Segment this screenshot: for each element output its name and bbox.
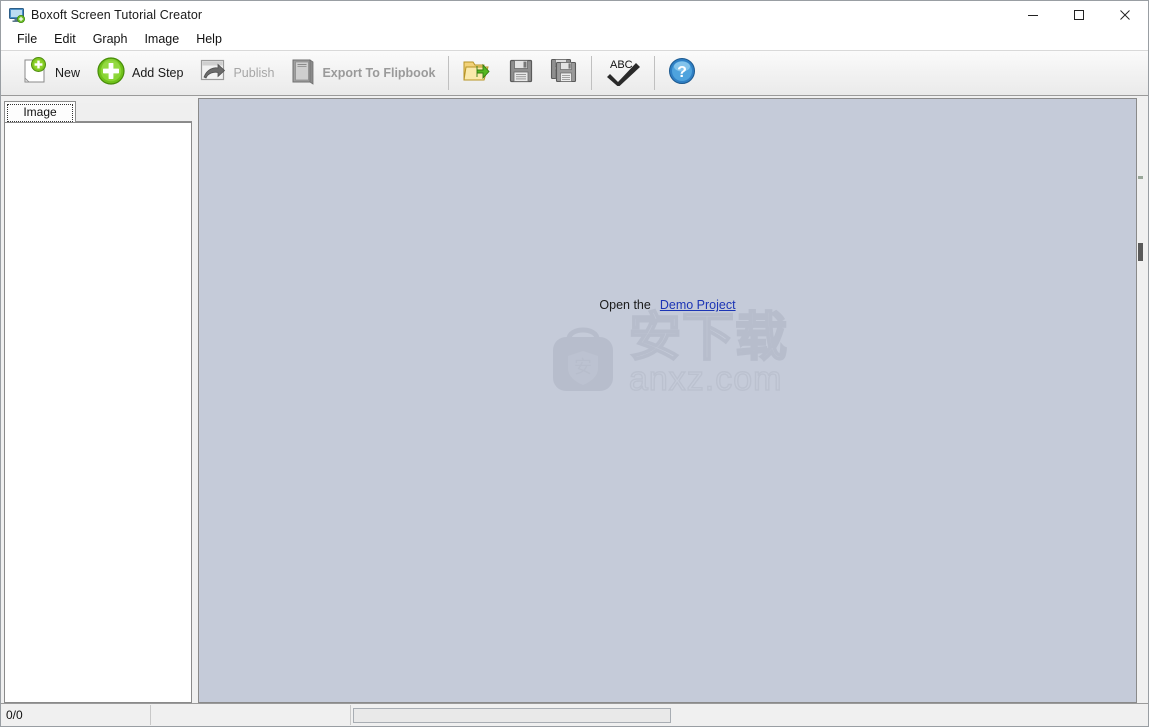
watermark-cn-label: 安下载 bbox=[628, 308, 788, 368]
toolbar-button-save-as[interactable] bbox=[542, 54, 586, 92]
toolbar-separator-3 bbox=[654, 56, 656, 90]
menu-item-graph[interactable]: Graph bbox=[85, 30, 137, 48]
watermark-en-label: anxz.com bbox=[628, 359, 783, 398]
canvas-frame[interactable]: Open the Demo Project 安 安下载 anxz.com bbox=[198, 98, 1137, 703]
tab-image-label: Image bbox=[23, 105, 57, 119]
tabstrip-filler bbox=[76, 103, 192, 122]
open-folder-icon bbox=[462, 57, 492, 90]
close-button[interactable] bbox=[1102, 1, 1148, 28]
toolbar: New Add Step Publish Export To Flipbook … bbox=[1, 50, 1148, 96]
toolbar-button-export-flipbook[interactable]: Export To Flipbook bbox=[282, 54, 443, 92]
watermark-bag-icon: 安 bbox=[547, 315, 619, 395]
image-list[interactable] bbox=[4, 122, 192, 703]
left-panel: Image bbox=[4, 98, 192, 703]
app-icon bbox=[9, 7, 25, 23]
canvas-area: Open the Demo Project 安 安下载 anxz.com bbox=[198, 98, 1148, 703]
status-message bbox=[151, 705, 351, 725]
toolbar-button-help[interactable]: ? bbox=[660, 54, 704, 92]
svg-text:?: ? bbox=[678, 64, 688, 81]
menu-item-help[interactable]: Help bbox=[188, 30, 231, 48]
publish-icon bbox=[199, 58, 227, 89]
toolbar-separator-1 bbox=[448, 56, 450, 90]
watermark-text: 安下载 anxz.com bbox=[628, 308, 788, 398]
toolbar-label-add-step: Add Step bbox=[132, 66, 184, 80]
toolbar-button-publish[interactable]: Publish bbox=[191, 54, 282, 92]
toolbar-label-export-flipbook: Export To Flipbook bbox=[322, 66, 436, 80]
status-progress-bar bbox=[353, 707, 671, 723]
minimize-button[interactable] bbox=[1010, 1, 1056, 28]
window-controls bbox=[1010, 1, 1148, 28]
site-watermark: 安 安下载 anxz.com bbox=[199, 308, 1136, 398]
main-body: Image Open the Demo Project 安 安下载 anxz.c… bbox=[1, 96, 1148, 703]
status-counter: 0/0 bbox=[1, 705, 151, 725]
tab-image[interactable]: Image bbox=[4, 101, 76, 122]
toolbar-button-new[interactable]: New bbox=[11, 54, 88, 92]
export-flipbook-icon bbox=[290, 57, 316, 90]
toolbar-button-add-step[interactable]: Add Step bbox=[88, 54, 191, 92]
add-step-icon bbox=[96, 56, 126, 91]
spell-check-icon: ABC bbox=[605, 56, 641, 91]
toolbar-label-publish: Publish bbox=[233, 66, 275, 80]
toolbar-button-save[interactable] bbox=[500, 54, 542, 92]
help-icon: ? bbox=[668, 57, 696, 90]
left-panel-tabstrip: Image bbox=[4, 98, 192, 122]
save-as-icon bbox=[550, 58, 578, 89]
toolbar-button-spell-check[interactable]: ABC bbox=[597, 54, 649, 92]
scrollbar-grip-lower bbox=[1138, 243, 1143, 261]
toolbar-separator-2 bbox=[591, 56, 593, 90]
menu-item-file[interactable]: File bbox=[9, 30, 46, 48]
toolbar-label-new: New bbox=[55, 66, 81, 80]
status-bar: 0/0 bbox=[1, 703, 1148, 726]
svg-text:安: 安 bbox=[574, 357, 592, 378]
menu-bar: File Edit Graph Image Help bbox=[1, 28, 1148, 50]
menu-item-image[interactable]: Image bbox=[136, 30, 188, 48]
title-bar: Boxoft Screen Tutorial Creator bbox=[1, 1, 1148, 28]
open-demo-line: Open the Demo Project bbox=[199, 298, 1136, 312]
save-icon bbox=[508, 58, 534, 89]
open-prefix-label: Open the bbox=[599, 298, 651, 312]
window-title: Boxoft Screen Tutorial Creator bbox=[31, 7, 203, 22]
new-page-icon bbox=[19, 56, 49, 91]
demo-project-link[interactable]: Demo Project bbox=[660, 298, 736, 312]
menu-item-edit[interactable]: Edit bbox=[46, 30, 85, 48]
maximize-button[interactable] bbox=[1056, 1, 1102, 28]
scrollbar-grip-upper bbox=[1138, 176, 1143, 179]
application-window: Boxoft Screen Tutorial Creator File Edit… bbox=[0, 0, 1149, 727]
svg-text:ABC: ABC bbox=[610, 59, 633, 71]
toolbar-button-open[interactable] bbox=[454, 54, 500, 92]
right-edge-scrollbar[interactable] bbox=[1137, 98, 1145, 703]
